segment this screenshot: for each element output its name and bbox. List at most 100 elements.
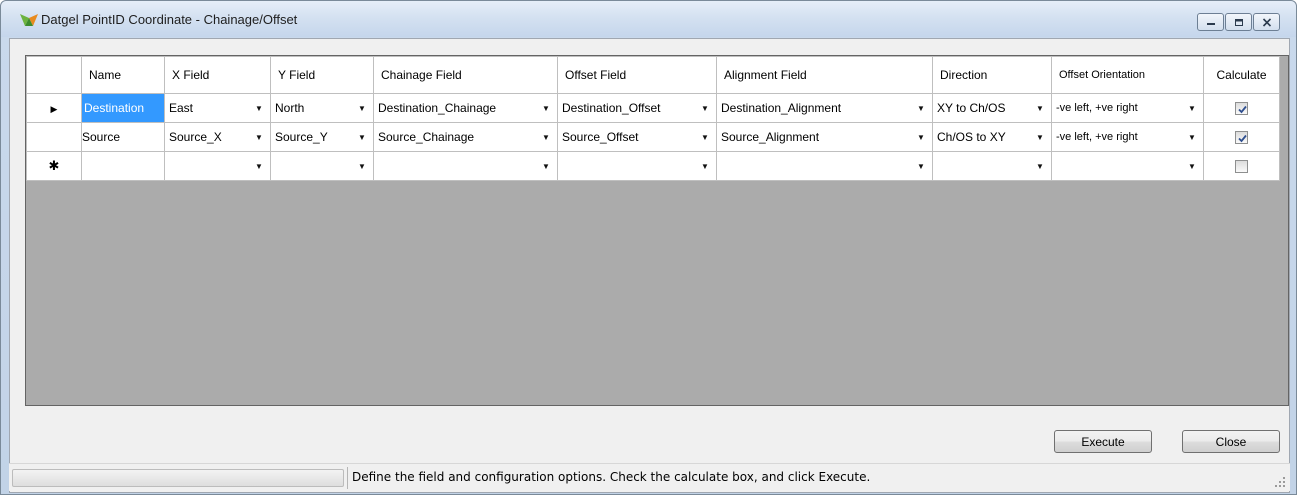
dropdown-arrow-icon[interactable]: ▼ xyxy=(539,101,553,115)
combo-value: -ve left, +ve right xyxy=(1056,131,1138,143)
dropdown-arrow-icon[interactable]: ▼ xyxy=(539,159,553,173)
combo-value: Destination_Alignment xyxy=(721,101,842,115)
cell-chainage-field[interactable]: Destination_Chainage ▼ xyxy=(373,93,558,123)
combo-value: East xyxy=(169,101,194,115)
combo-value: Source_Alignment xyxy=(721,130,820,144)
dialog-client-area: Name X Field Y Field Chainage Field Offs… xyxy=(9,38,1290,493)
cell-alignment-field[interactable]: Source_Alignment ▼ xyxy=(716,122,933,152)
cell-chainage-field[interactable]: Source_Chainage ▼ xyxy=(373,122,558,152)
calculate-checkbox[interactable] xyxy=(1235,131,1248,145)
window-title: Datgel PointID Coordinate - Chainage/Off… xyxy=(41,12,298,27)
col-header-offset-orientation[interactable]: Offset Orientation xyxy=(1051,56,1204,94)
data-grid[interactable]: Name X Field Y Field Chainage Field Offs… xyxy=(25,55,1289,406)
cell-direction[interactable]: ▼ xyxy=(932,151,1052,181)
dropdown-arrow-icon[interactable]: ▼ xyxy=(914,159,928,173)
cell-x-field[interactable]: East ▼ xyxy=(164,93,271,123)
col-header-y-field[interactable]: Y Field xyxy=(270,56,374,94)
cell-direction[interactable]: Ch/OS to XY ▼ xyxy=(932,122,1052,152)
restore-icon xyxy=(1234,18,1243,26)
col-header-direction[interactable]: Direction xyxy=(932,56,1052,94)
cell-calculate xyxy=(1203,151,1280,181)
dropdown-arrow-icon[interactable]: ▼ xyxy=(355,159,369,173)
cell-alignment-field[interactable]: Destination_Alignment ▼ xyxy=(716,93,933,123)
cell-y-field[interactable]: Source_Y ▼ xyxy=(270,122,374,152)
dropdown-arrow-icon[interactable]: ▼ xyxy=(252,101,266,115)
calculate-checkbox[interactable] xyxy=(1235,160,1248,174)
dropdown-arrow-icon[interactable]: ▼ xyxy=(1185,159,1199,173)
row-header-new[interactable]: ✱ xyxy=(26,151,82,181)
row-header[interactable] xyxy=(26,122,82,152)
combo-value: Source_Offset xyxy=(562,130,639,144)
combo-value: Source_X xyxy=(169,130,222,144)
col-header-x-field[interactable]: X Field xyxy=(164,56,271,94)
progress-bar xyxy=(12,469,344,487)
cell-y-field[interactable]: ▼ xyxy=(270,151,374,181)
dropdown-arrow-icon[interactable]: ▼ xyxy=(1033,130,1047,144)
col-header-name[interactable]: Name xyxy=(81,56,165,94)
col-header-calculate[interactable]: Calculate xyxy=(1203,56,1280,94)
cell-x-field[interactable]: Source_X ▼ xyxy=(164,122,271,152)
dropdown-arrow-icon[interactable]: ▼ xyxy=(698,130,712,144)
combo-value: XY to Ch/OS xyxy=(937,101,1006,115)
checkmark-icon xyxy=(1238,135,1247,143)
cell-offset-orientation[interactable]: ▼ xyxy=(1051,151,1204,181)
cell-name[interactable]: Source xyxy=(81,122,165,152)
dropdown-arrow-icon[interactable]: ▼ xyxy=(539,130,553,144)
close-button-dialog[interactable]: Close xyxy=(1182,430,1280,453)
minimize-icon xyxy=(1206,23,1215,25)
cell-offset-field[interactable]: ▼ xyxy=(557,151,717,181)
dropdown-arrow-icon[interactable]: ▼ xyxy=(355,130,369,144)
dropdown-arrow-icon[interactable]: ▼ xyxy=(252,159,266,173)
cell-direction[interactable]: XY to Ch/OS ▼ xyxy=(932,93,1052,123)
col-header-chainage-field[interactable]: Chainage Field xyxy=(373,56,558,94)
corner-header xyxy=(26,56,82,94)
cell-calculate xyxy=(1203,93,1280,123)
table-row: ▶ Destination East ▼ North ▼ Destination_C… xyxy=(26,93,1280,123)
close-icon xyxy=(1262,17,1271,27)
checkmark-icon xyxy=(1238,106,1247,114)
cell-y-field[interactable]: North ▼ xyxy=(270,93,374,123)
cell-offset-orientation[interactable]: -ve left, +ve right ▼ xyxy=(1051,93,1204,123)
dropdown-arrow-icon[interactable]: ▼ xyxy=(252,130,266,144)
row-header-current[interactable]: ▶ xyxy=(26,93,82,123)
cell-name[interactable]: Destination xyxy=(81,93,165,123)
dropdown-arrow-icon[interactable]: ▼ xyxy=(1033,101,1047,115)
cell-offset-orientation[interactable]: -ve left, +ve right ▼ xyxy=(1051,122,1204,152)
status-message: Define the field and configuration optio… xyxy=(352,470,871,484)
restore-button[interactable] xyxy=(1225,13,1252,31)
combo-value: Destination_Chainage xyxy=(378,101,497,115)
dropdown-arrow-icon[interactable]: ▼ xyxy=(1185,101,1199,115)
dropdown-arrow-icon[interactable]: ▼ xyxy=(1033,159,1047,173)
current-row-arrow-icon: ▶ xyxy=(50,104,58,114)
cell-offset-field[interactable]: Destination_Offset ▼ xyxy=(557,93,717,123)
combo-value: Source_Chainage xyxy=(378,130,475,144)
dropdown-arrow-icon[interactable]: ▼ xyxy=(698,159,712,173)
window-controls xyxy=(1197,13,1280,31)
calculate-checkbox[interactable] xyxy=(1235,102,1248,116)
cell-alignment-field[interactable]: ▼ xyxy=(716,151,933,181)
minimize-button[interactable] xyxy=(1197,13,1224,31)
combo-value: Ch/OS to XY xyxy=(937,130,1006,144)
status-bar: Define the field and configuration optio… xyxy=(9,463,1290,491)
dropdown-arrow-icon[interactable]: ▼ xyxy=(1185,130,1199,144)
app-window: Datgel PointID Coordinate - Chainage/Off… xyxy=(0,0,1297,495)
cell-x-field[interactable]: ▼ xyxy=(164,151,271,181)
cell-chainage-field[interactable]: ▼ xyxy=(373,151,558,181)
datgel-logo-icon xyxy=(20,12,38,28)
execute-button[interactable]: Execute xyxy=(1054,430,1152,453)
table-row: Source Source_X ▼ Source_Y ▼ Source_Chaina… xyxy=(26,122,1280,152)
col-header-alignment-field[interactable]: Alignment Field xyxy=(716,56,933,94)
combo-value: Source_Y xyxy=(275,130,328,144)
cell-offset-field[interactable]: Source_Offset ▼ xyxy=(557,122,717,152)
status-separator xyxy=(347,467,348,489)
col-header-offset-field[interactable]: Offset Field xyxy=(557,56,717,94)
dropdown-arrow-icon[interactable]: ▼ xyxy=(698,101,712,115)
dropdown-arrow-icon[interactable]: ▼ xyxy=(914,101,928,115)
resize-grip-icon[interactable] xyxy=(1274,476,1286,488)
header-row: Name X Field Y Field Chainage Field Offs… xyxy=(26,56,1280,94)
cell-name[interactable] xyxy=(81,151,165,181)
dropdown-arrow-icon[interactable]: ▼ xyxy=(914,130,928,144)
close-button[interactable] xyxy=(1253,13,1280,31)
dropdown-arrow-icon[interactable]: ▼ xyxy=(355,101,369,115)
title-bar[interactable]: Datgel PointID Coordinate - Chainage/Off… xyxy=(1,1,1296,37)
